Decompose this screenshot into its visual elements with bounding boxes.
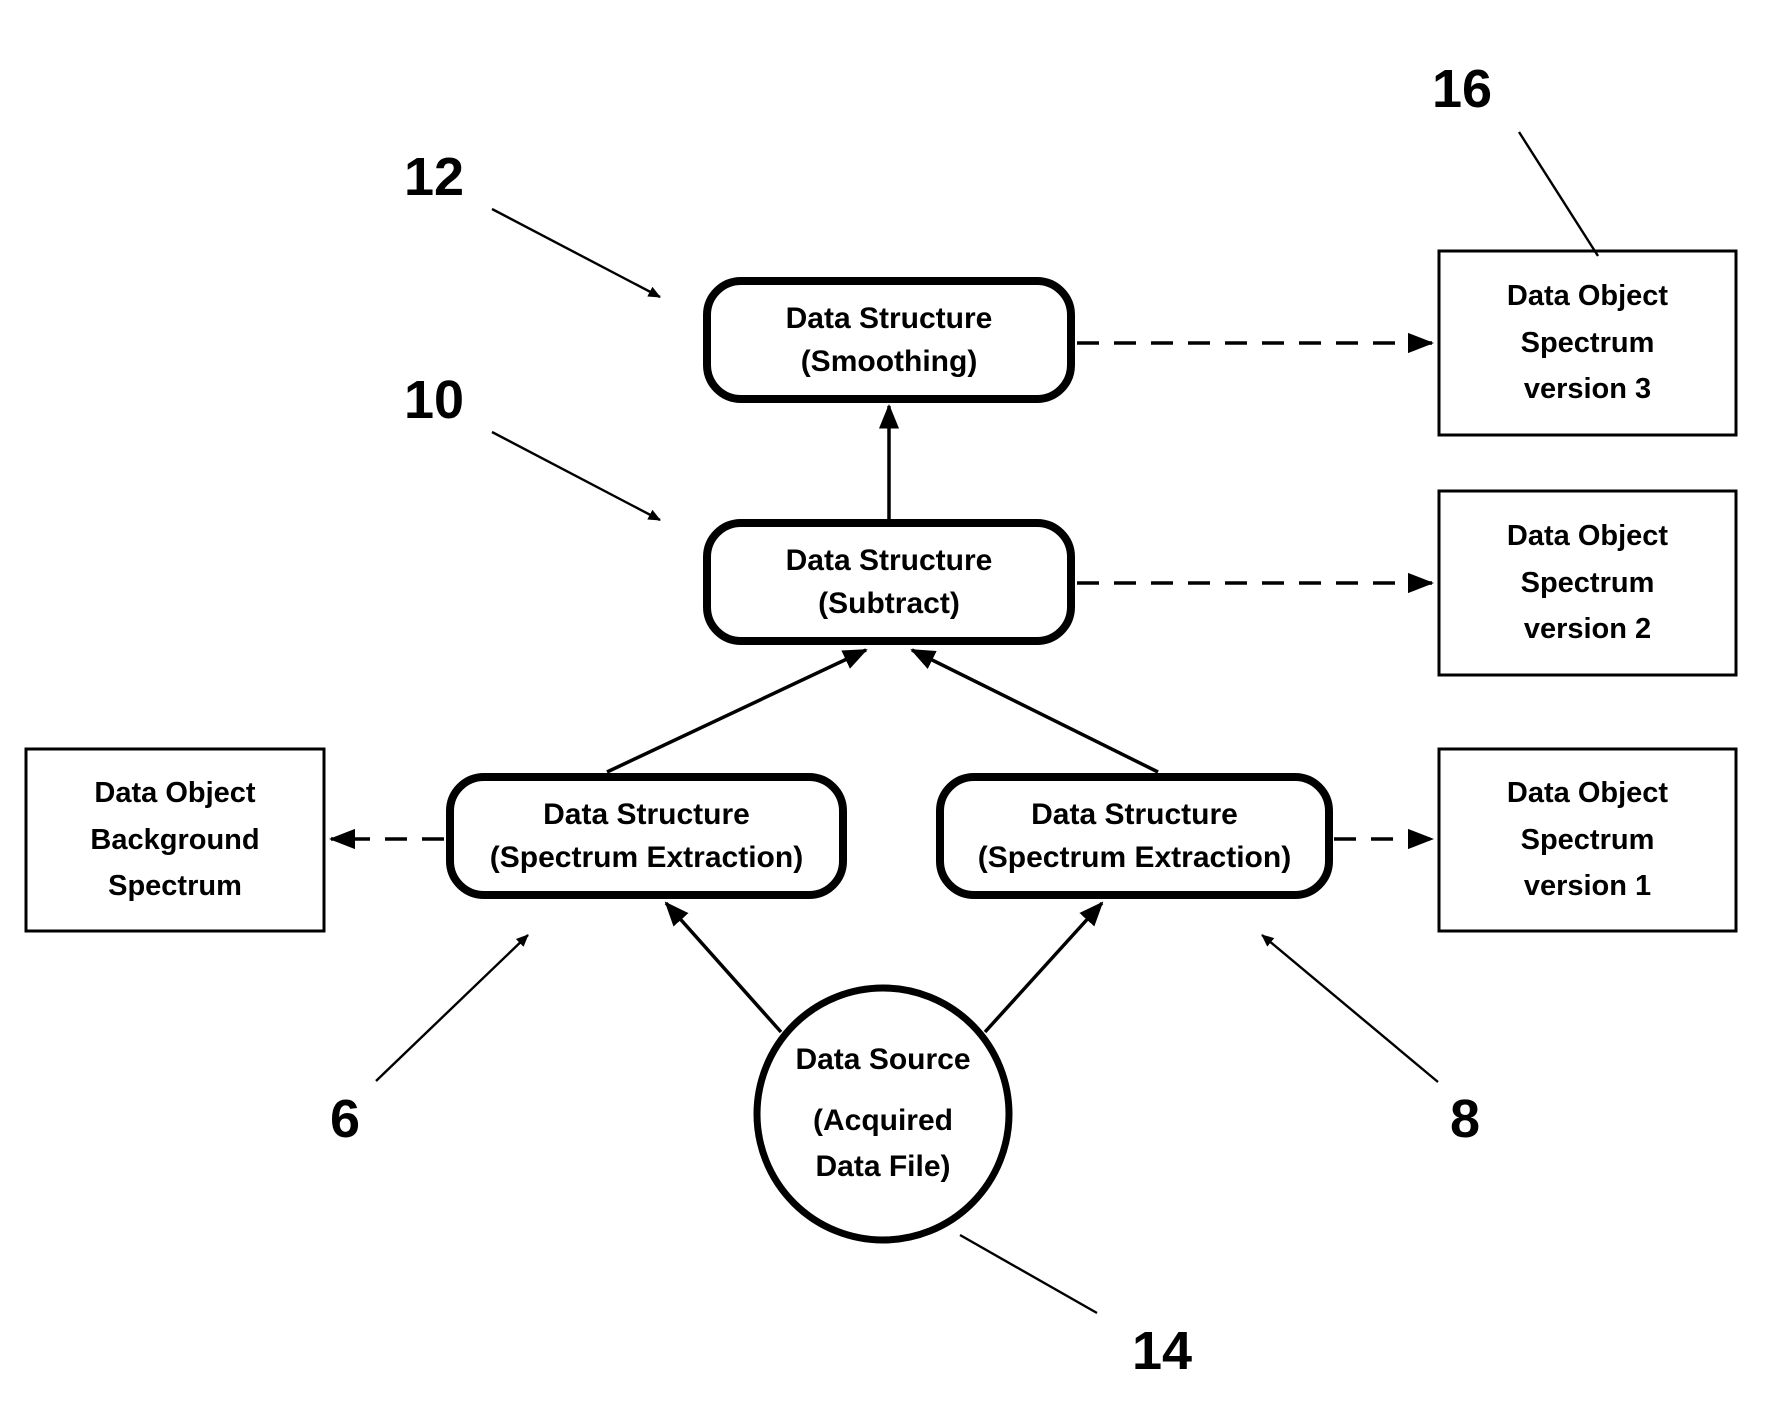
node-shape-smoothing[interactable] — [703, 277, 1075, 403]
leader-line-8 — [1261, 934, 1439, 1083]
reference-numeral-10: 10 — [404, 370, 465, 430]
diagram-canvas: Data Structure (Smoothing) Data Structur… — [0, 0, 1787, 1411]
node-shape-object-background[interactable] — [24, 747, 326, 933]
reference-numeral-8: 8 — [1450, 1089, 1481, 1149]
node-shape-data-source[interactable] — [753, 984, 1013, 1244]
connector-extraction-right-to-subtract — [910, 648, 1159, 774]
node-shape-extraction-right[interactable] — [936, 773, 1333, 899]
reference-numeral-6: 6 — [330, 1089, 361, 1149]
leader-line-12 — [491, 207, 661, 299]
node-shape-extraction-left[interactable] — [446, 773, 847, 899]
node-shape-object-v2[interactable] — [1437, 489, 1738, 677]
reference-numeral-16: 16 — [1432, 59, 1493, 119]
node-shape-subtract[interactable] — [703, 519, 1075, 645]
diagram-vector-layer — [24, 131, 1738, 1315]
connector-extraction-left-to-subtract — [606, 648, 868, 774]
node-shape-object-v1[interactable] — [1437, 747, 1738, 933]
reference-numeral-14: 14 — [1132, 1321, 1193, 1381]
leader-line-10 — [491, 430, 661, 522]
connector-source-to-extraction-right — [983, 901, 1104, 1034]
connector-source-to-extraction-left — [664, 901, 783, 1034]
leader-line-16 — [1517, 131, 1600, 257]
reference-numeral-12: 12 — [404, 147, 465, 207]
leader-line-6 — [375, 934, 529, 1082]
node-shape-object-v3[interactable] — [1437, 249, 1738, 437]
leader-line-14 — [959, 1233, 1098, 1315]
